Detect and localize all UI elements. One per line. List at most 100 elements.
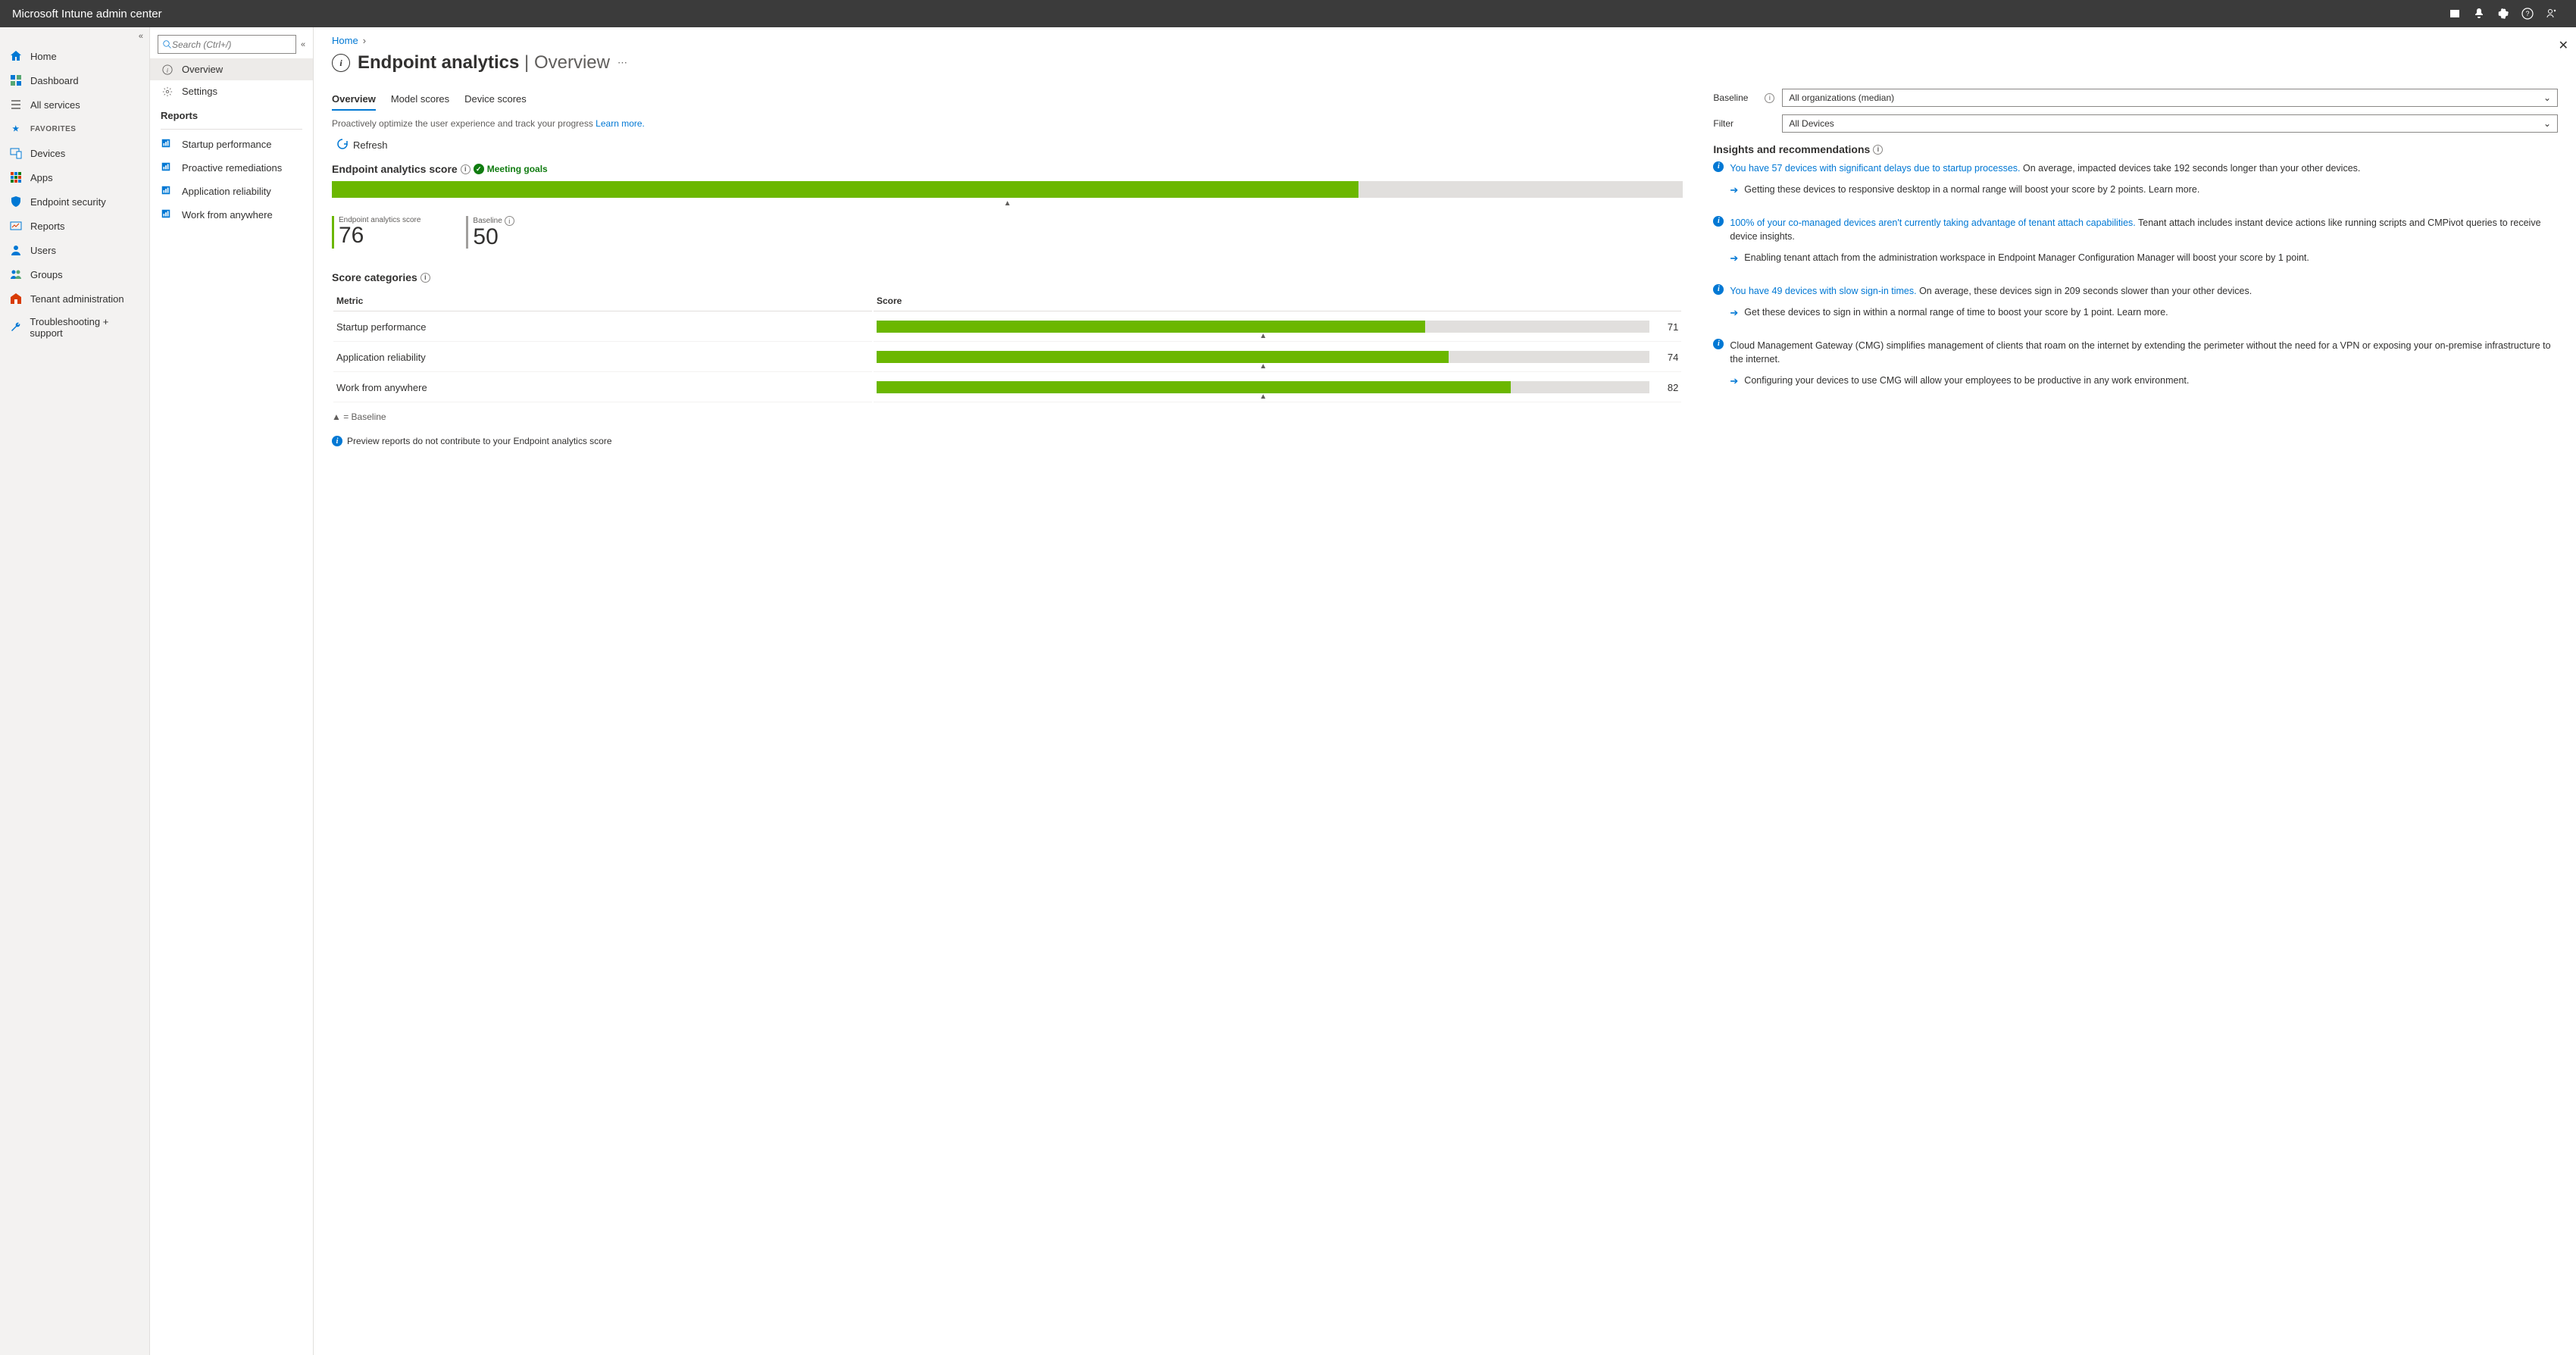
info-icon: i bbox=[1713, 284, 1724, 295]
subnav-overview[interactable]: i Overview bbox=[150, 58, 313, 80]
feedback-icon[interactable] bbox=[2540, 2, 2564, 26]
nav-users[interactable]: Users bbox=[0, 238, 149, 262]
nav-label: Troubleshooting + support bbox=[30, 316, 140, 339]
report-icon bbox=[161, 161, 174, 174]
table-row[interactable]: Application reliability ▲ 74 bbox=[333, 343, 1681, 372]
nav-endpoint-security[interactable]: Endpoint security bbox=[0, 189, 149, 214]
report-icon bbox=[161, 185, 174, 198]
refresh-button[interactable]: Refresh bbox=[336, 138, 1683, 152]
dashboard-icon bbox=[9, 74, 23, 87]
wrench-icon bbox=[9, 321, 22, 334]
tabs: Overview Model scores Device scores bbox=[332, 89, 1683, 111]
info-icon[interactable]: i bbox=[1873, 145, 1883, 155]
table-row[interactable]: Startup performance ▲ 71 bbox=[333, 313, 1681, 342]
reports-icon bbox=[9, 219, 23, 233]
info-icon[interactable]: i bbox=[420, 273, 430, 283]
search-box[interactable] bbox=[158, 35, 296, 54]
shield-icon bbox=[9, 195, 23, 208]
nav-home[interactable]: Home bbox=[0, 44, 149, 68]
subnav-label: Overview bbox=[182, 64, 223, 75]
metric-cell: Startup performance bbox=[333, 313, 872, 342]
gear-icon bbox=[161, 86, 174, 97]
list-icon bbox=[9, 98, 23, 111]
help-icon[interactable]: ? bbox=[2515, 2, 2540, 26]
insight-link[interactable]: 100% of your co-managed devices aren't c… bbox=[1730, 217, 2135, 228]
nav-troubleshooting[interactable]: Troubleshooting + support bbox=[0, 311, 149, 344]
top-bar: Microsoft Intune admin center ? bbox=[0, 0, 2576, 27]
chevron-down-icon: ⌄ bbox=[2543, 92, 2551, 103]
nav-reports[interactable]: Reports bbox=[0, 214, 149, 238]
arrow-icon: ➔ bbox=[1730, 252, 1738, 266]
nav-label: Home bbox=[30, 51, 57, 62]
subnav-report-startup[interactable]: Startup performance bbox=[150, 133, 313, 156]
subnav-report-proactive[interactable]: Proactive remediations bbox=[150, 156, 313, 180]
action-link[interactable]: Enabling tenant attach from the administ… bbox=[1744, 252, 2174, 263]
info-icon[interactable]: i bbox=[505, 216, 514, 226]
nav-label: Dashboard bbox=[30, 75, 79, 86]
main-content: ✕ Home › i Endpoint analytics | Overview… bbox=[314, 27, 2576, 1355]
subnav-reports-header: Reports bbox=[150, 102, 313, 126]
info-icon[interactable]: i bbox=[1765, 93, 1774, 103]
filter-select[interactable]: All Devices ⌄ bbox=[1782, 114, 2558, 133]
nav-tenant-admin[interactable]: Tenant administration bbox=[0, 286, 149, 311]
nav-collapse-icon[interactable]: « bbox=[139, 32, 143, 41]
subnav-label: Proactive remediations bbox=[182, 162, 282, 174]
app-title: Microsoft Intune admin center bbox=[12, 8, 162, 20]
groups-icon bbox=[9, 268, 23, 281]
tab-overview[interactable]: Overview bbox=[332, 89, 376, 111]
nav-dashboard[interactable]: Dashboard bbox=[0, 68, 149, 92]
insights-title: Insights and recommendations i bbox=[1713, 143, 2558, 155]
subnav-report-appreliability[interactable]: Application reliability bbox=[150, 180, 313, 203]
cloud-shell-icon[interactable] bbox=[2443, 2, 2467, 26]
categories-title: Score categories i bbox=[332, 271, 1683, 283]
insight-link[interactable]: You have 57 devices with significant del… bbox=[1730, 163, 2020, 174]
nav-apps[interactable]: Apps bbox=[0, 165, 149, 189]
left-nav: « Home Dashboard All services ★ FAVORITE… bbox=[0, 27, 150, 1355]
score-title: Endpoint analytics score i ✓ Meeting goa… bbox=[332, 163, 1683, 175]
user-icon bbox=[9, 243, 23, 257]
insight-link[interactable]: You have 49 devices with slow sign-in ti… bbox=[1730, 286, 1916, 296]
action-link[interactable]: Learn more. bbox=[2149, 184, 2199, 195]
action-link[interactable]: Learn more. bbox=[2117, 307, 2168, 318]
nav-label: Users bbox=[30, 245, 56, 256]
tab-model-scores[interactable]: Model scores bbox=[391, 89, 449, 111]
learn-more-link[interactable]: Learn more. bbox=[596, 118, 645, 129]
col-score: Score bbox=[874, 291, 1681, 311]
subnav-label: Work from anywhere bbox=[182, 209, 273, 221]
insight-item: iCloud Management Gateway (CMG) simplifi… bbox=[1713, 339, 2558, 389]
subnav-label: Application reliability bbox=[182, 186, 271, 197]
refresh-icon bbox=[336, 138, 349, 152]
tab-device-scores[interactable]: Device scores bbox=[464, 89, 527, 111]
search-input[interactable] bbox=[172, 39, 291, 50]
gear-icon[interactable] bbox=[2491, 2, 2515, 26]
bell-icon[interactable] bbox=[2467, 2, 2491, 26]
nav-groups[interactable]: Groups bbox=[0, 262, 149, 286]
subnav-settings[interactable]: Settings bbox=[150, 80, 313, 102]
subnav-report-wfa[interactable]: Work from anywhere bbox=[150, 203, 313, 227]
close-icon[interactable]: ✕ bbox=[2559, 38, 2568, 53]
page-title: Endpoint analytics | Overview bbox=[358, 52, 610, 74]
more-icon[interactable]: ⋯ bbox=[617, 57, 627, 69]
info-icon: i bbox=[1713, 339, 1724, 349]
nav-label: Devices bbox=[30, 148, 65, 159]
table-row[interactable]: Work from anywhere ▲ 82 bbox=[333, 374, 1681, 402]
nav-label: Apps bbox=[30, 172, 53, 183]
baseline-select[interactable]: All organizations (median) ⌄ bbox=[1782, 89, 2558, 107]
nav-devices[interactable]: Devices bbox=[0, 141, 149, 165]
score-box-baseline: Baseline i 50 bbox=[466, 216, 514, 249]
breadcrumb-home[interactable]: Home bbox=[332, 35, 358, 46]
chevron-down-icon: ⌄ bbox=[2543, 118, 2551, 129]
devices-icon bbox=[9, 146, 23, 160]
action-link[interactable]: Configuring your devices to use CMG bbox=[1744, 375, 1902, 386]
nav-all-services[interactable]: All services bbox=[0, 92, 149, 117]
nav-label: All services bbox=[30, 99, 80, 111]
metric-cell: Work from anywhere bbox=[333, 374, 872, 402]
nav-favorites-header: ★ FAVORITES bbox=[0, 117, 149, 141]
subnav-collapse-icon[interactable]: « bbox=[301, 40, 305, 49]
score-box-main: Endpoint analytics score 76 bbox=[332, 216, 420, 249]
insight-item: i100% of your co-managed devices aren't … bbox=[1713, 216, 2558, 266]
info-icon: i bbox=[332, 436, 342, 446]
info-icon[interactable]: i bbox=[461, 164, 470, 174]
insight-item: iYou have 57 devices with significant de… bbox=[1713, 161, 2558, 198]
subnav-label: Settings bbox=[182, 86, 217, 97]
